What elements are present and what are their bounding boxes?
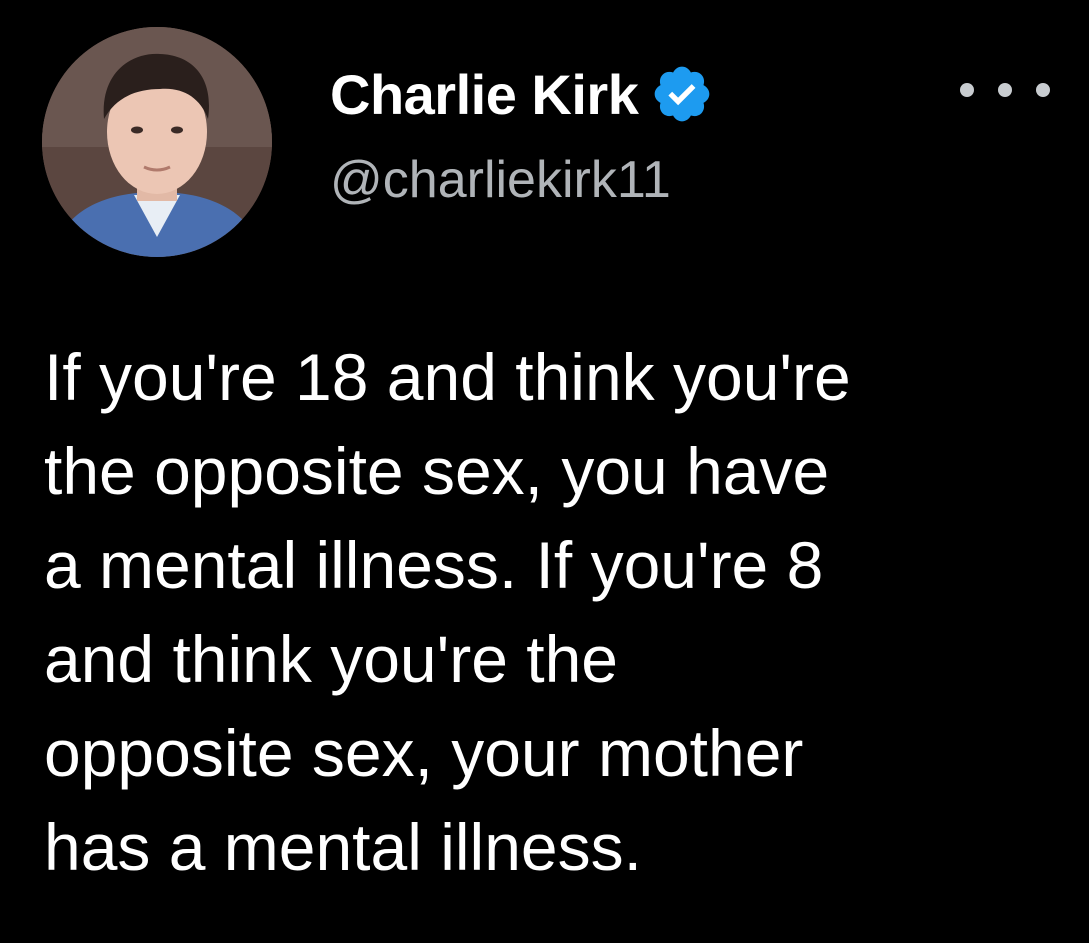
more-options-button[interactable] [960,70,1050,110]
tweet-text: If you're 18 and think you're the opposi… [44,330,1054,894]
more-dot-icon [960,83,974,97]
more-dot-icon [1036,83,1050,97]
verified-badge-icon[interactable] [650,62,714,126]
tweet-text-line: a mental illness. If you're 8 [44,528,824,602]
author-display-name[interactable]: Charlie Kirk [330,62,639,127]
tweet-text-line: has a mental illness. [44,810,642,884]
author-name-row: Charlie Kirk [330,56,714,132]
more-dot-icon [998,83,1012,97]
tweet-text-line: the opposite sex, you have [44,434,830,508]
author-avatar[interactable] [42,27,272,257]
tweet-text-line: If you're 18 and think you're [44,340,851,414]
avatar-image [42,27,272,257]
tweet-text-line: and think you're the [44,622,618,696]
tweet-text-line: opposite sex, your mother [44,716,804,790]
author-handle[interactable]: @charliekirk11 [330,150,671,210]
tweet-card: Charlie Kirk @charliekirk11 If you're 18… [0,0,1089,943]
